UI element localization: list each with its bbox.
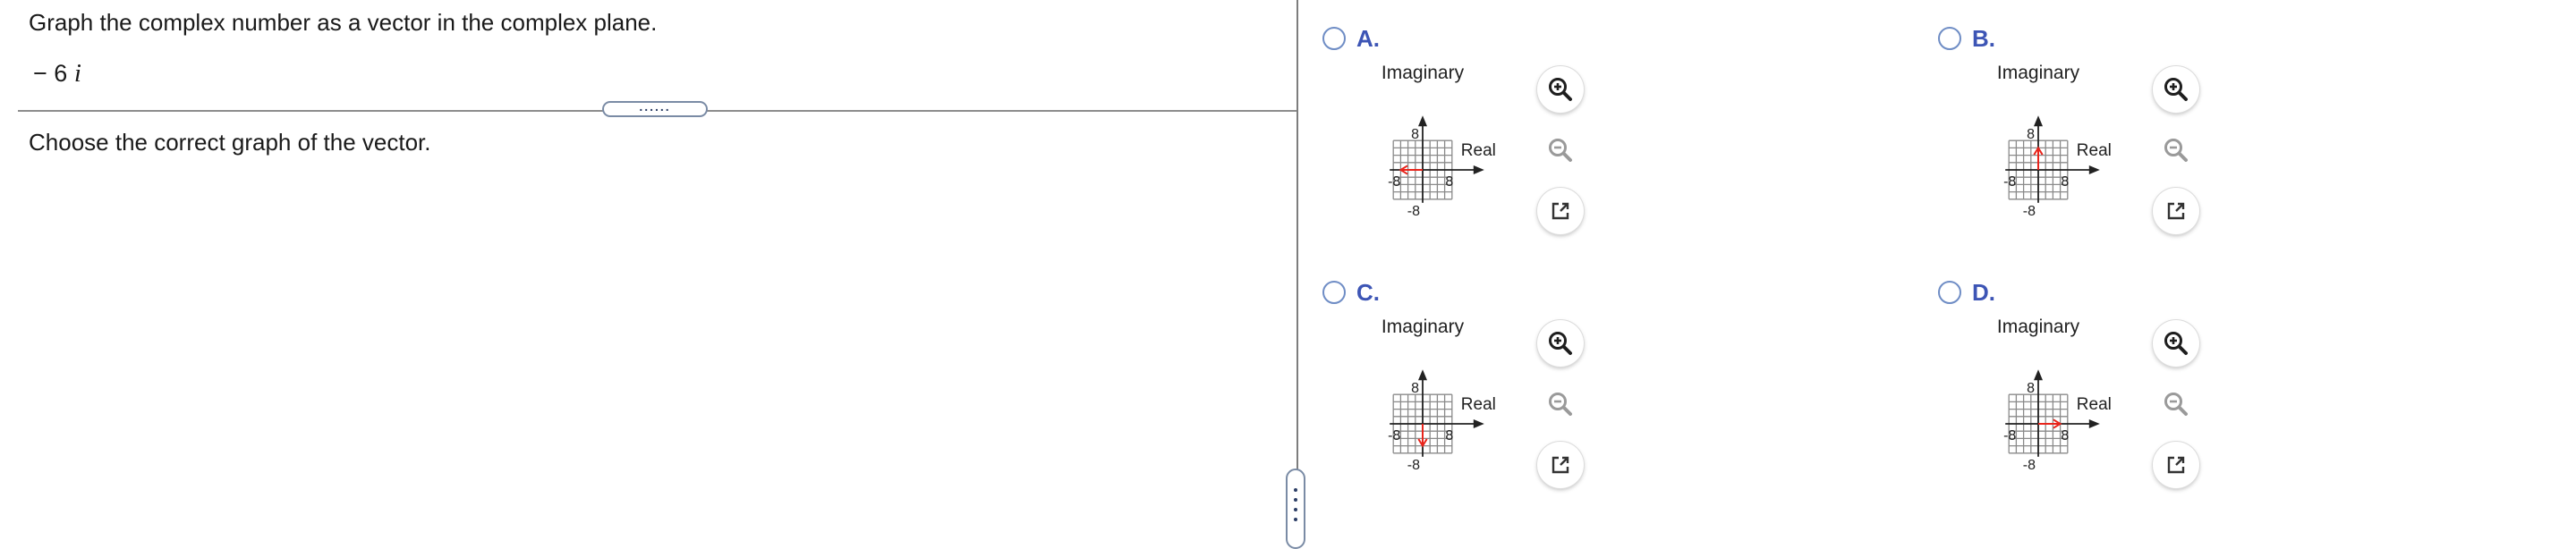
complex-number-expression: − 6 i [33, 59, 81, 89]
popout-button[interactable] [1537, 442, 1584, 488]
imaginary-axis-arrow [2034, 115, 2043, 127]
real-tick-label-pos: 8 [1445, 174, 1453, 190]
imag-tick-label-pos: 8 [1411, 127, 1419, 142]
real-axis-arrow [2088, 165, 2100, 174]
real-tick-label-neg: -8 [2003, 174, 2016, 190]
zoom-out-icon [2164, 139, 2188, 162]
radio-button[interactable] [1938, 27, 1961, 50]
zoom-in-button[interactable] [1537, 66, 1584, 113]
question-pane: Graph the complex number as a vector in … [0, 0, 1301, 536]
imaginary-axis-arrow [1418, 115, 1427, 127]
choose-instruction: Choose the correct graph of the vector. [29, 129, 431, 156]
real-axis-label: Real [2077, 395, 2112, 414]
real-axis-arrow [1473, 165, 1484, 174]
imaginary-axis-arrow [1418, 369, 1427, 381]
radio-button[interactable] [1938, 281, 1961, 304]
answer-option-a: A. Imaginary Real 8 -8 -8 8 [1315, 0, 1888, 250]
imag-tick-label-neg: -8 [1407, 204, 1420, 219]
real-axis-arrow [1473, 419, 1484, 428]
popout-button[interactable] [1537, 188, 1584, 234]
real-axis-arrow [2088, 419, 2100, 428]
imaginary-axis-label: Imaginary [1997, 63, 2080, 83]
zoom-out-button[interactable] [1537, 127, 1584, 173]
complex-plane-graph: Imaginary Real 8 -8 -8 8 [1967, 311, 2146, 481]
popout-icon [1552, 202, 1569, 220]
horizontal-splitter-handle[interactable]: ...... [602, 99, 708, 117]
zoom-out-icon [1549, 393, 1572, 416]
real-tick-label-pos: 8 [1445, 428, 1453, 443]
splitter-dots: ...... [639, 99, 671, 114]
zoom-in-icon [2164, 332, 2188, 355]
complex-plane-graph: Imaginary Real 8 -8 -8 8 [1351, 311, 1530, 481]
zoom-out-button[interactable] [2153, 127, 2199, 173]
zoom-out-icon [1549, 139, 1572, 162]
complex-plane-graph: Imaginary Real 8 -8 -8 8 [1351, 57, 1530, 227]
real-axis-label: Real [1461, 141, 1496, 160]
radio-button[interactable] [1322, 281, 1346, 304]
real-tick-label-neg: -8 [1388, 174, 1400, 190]
imaginary-axis-label: Imaginary [1382, 63, 1465, 83]
option-letter[interactable]: A. [1356, 25, 1380, 53]
imag-tick-label-neg: -8 [2023, 458, 2036, 473]
imag-tick-label-neg: -8 [1407, 458, 1420, 473]
real-tick-label-neg: -8 [1388, 428, 1400, 443]
popout-button[interactable] [2153, 188, 2199, 234]
answer-option-d: D. Imaginary Real 8 -8 -8 8 [1931, 254, 2504, 504]
real-axis-label: Real [2077, 141, 2112, 160]
imag-tick-label-neg: -8 [2023, 204, 2036, 219]
real-tick-label-neg: -8 [2003, 428, 2016, 443]
option-letter[interactable]: C. [1356, 279, 1380, 307]
zoom-in-icon [2164, 78, 2188, 101]
imag-tick-label-pos: 8 [2027, 127, 2035, 142]
popout-icon [2167, 456, 2185, 474]
vertical-splitter-handle[interactable] [1286, 469, 1305, 549]
answer-option-c: C. Imaginary Real 8 -8 -8 8 [1315, 254, 1888, 504]
option-letter[interactable]: D. [1972, 279, 1995, 307]
zoom-in-icon [1549, 332, 1572, 355]
answer-option-b: B. Imaginary Real 8 -8 -8 8 [1931, 0, 2504, 250]
radio-button[interactable] [1322, 27, 1346, 50]
zoom-in-button[interactable] [1537, 320, 1584, 367]
vertical-divider [1297, 0, 1298, 536]
option-letter[interactable]: B. [1972, 25, 1995, 53]
question-prompt: Graph the complex number as a vector in … [29, 9, 658, 36]
imaginary-axis-arrow [2034, 369, 2043, 381]
zoom-in-icon [1549, 78, 1572, 101]
popout-button[interactable] [2153, 442, 2199, 488]
expression-coefficient: − 6 [33, 60, 68, 87]
expression-imaginary-unit: i [73, 59, 81, 88]
imaginary-axis-label: Imaginary [1382, 317, 1465, 337]
real-tick-label-pos: 8 [2061, 428, 2069, 443]
complex-plane-graph: Imaginary Real 8 -8 -8 8 [1967, 57, 2146, 227]
imag-tick-label-pos: 8 [1411, 381, 1419, 396]
zoom-out-button[interactable] [2153, 381, 2199, 427]
real-axis-label: Real [1461, 395, 1496, 414]
zoom-in-button[interactable] [2153, 66, 2199, 113]
imag-tick-label-pos: 8 [2027, 381, 2035, 396]
zoom-out-icon [2164, 393, 2188, 416]
real-tick-label-pos: 8 [2061, 174, 2069, 190]
popout-icon [1552, 456, 1569, 474]
zoom-out-button[interactable] [1537, 381, 1584, 427]
imaginary-axis-label: Imaginary [1997, 317, 2080, 337]
popout-icon [2167, 202, 2185, 220]
zoom-in-button[interactable] [2153, 320, 2199, 367]
